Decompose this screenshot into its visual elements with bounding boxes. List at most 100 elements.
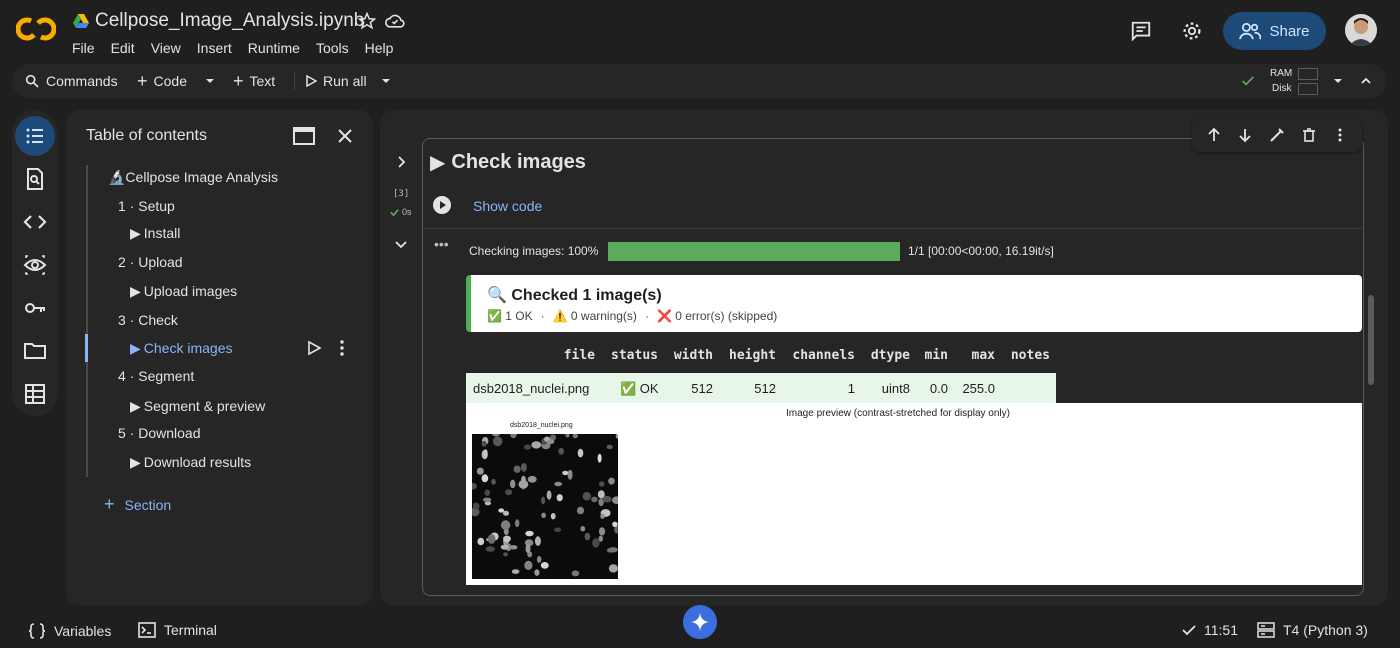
disk-meter[interactable] <box>1298 83 1318 95</box>
close-icon[interactable] <box>336 127 354 145</box>
chevron-down-icon[interactable] <box>394 237 408 251</box>
variables-button[interactable]: Variables <box>28 622 111 640</box>
more-vert-icon[interactable] <box>1332 127 1348 143</box>
find-icon[interactable] <box>23 167 47 191</box>
toc-item-download[interactable]: 5 · Download <box>118 425 201 441</box>
cell-dtype: uint8 <box>881 381 910 396</box>
connected-check-icon[interactable] <box>1240 64 1256 98</box>
people-icon <box>1239 22 1262 40</box>
menu-help[interactable]: Help <box>365 40 394 56</box>
resources-dropdown[interactable] <box>1333 64 1343 98</box>
braces-icon <box>28 623 46 639</box>
menu-insert[interactable]: Insert <box>197 40 232 56</box>
cell-heading[interactable]: ▶ Check images <box>430 150 586 175</box>
menu-bar: File Edit View Insert Runtime Tools Help <box>72 40 409 56</box>
toc-item-upload[interactable]: 2 · Upload <box>118 254 183 270</box>
toc-item-label: Check images <box>143 340 233 356</box>
share-button[interactable]: Share <box>1223 12 1326 50</box>
plus-icon: + <box>233 70 244 91</box>
cell-max: 255.0 <box>962 381 995 396</box>
run-cell-button[interactable] <box>432 195 452 215</box>
open-in-tab-icon[interactable] <box>293 126 315 146</box>
runtime-button[interactable]: T4 (Python 3) <box>1257 622 1368 638</box>
execution-count: [3] <box>393 189 410 199</box>
toc-title: Table of contents <box>86 127 207 144</box>
terminal-button[interactable]: Terminal <box>138 622 217 638</box>
search-icon <box>25 74 39 88</box>
menu-runtime[interactable]: Runtime <box>248 40 300 56</box>
toc-item-upload-images[interactable]: ▶ Upload images <box>130 283 237 300</box>
triangle-right-icon: ▶ <box>130 398 141 414</box>
delete-icon[interactable] <box>1301 127 1317 143</box>
menu-tools[interactable]: Tools <box>316 40 349 56</box>
check-icon <box>390 208 399 216</box>
execution-time-label: 0s <box>402 207 412 217</box>
toc-item-download-results[interactable]: ▶ Download results <box>130 454 251 471</box>
ok-count: ✅ 1 OK <box>487 309 533 323</box>
chevron-right-icon[interactable] <box>394 155 408 169</box>
toc-item-segment-preview[interactable]: ▶ Segment & preview <box>130 398 265 415</box>
key-icon[interactable] <box>23 296 47 320</box>
colab-logo[interactable] <box>16 14 56 44</box>
chevron-up-icon <box>1361 77 1371 84</box>
output-menu-icon[interactable]: ••• <box>434 236 449 252</box>
move-down-icon[interactable] <box>1237 127 1253 143</box>
table-header-height: height <box>729 348 776 363</box>
run-all-button[interactable]: Run all <box>305 64 367 98</box>
toc-item-install[interactable]: ▶ Install <box>130 225 180 242</box>
toc-item-title[interactable]: 🔬Cellpose Image Analysis <box>108 169 278 186</box>
toc-icon[interactable] <box>23 124 47 148</box>
cloud-saved-icon <box>385 12 405 30</box>
code-snippets-icon[interactable] <box>23 210 47 234</box>
toc-item-setup[interactable]: 1 · Setup <box>118 198 175 214</box>
add-code-button[interactable]: + Code <box>137 64 187 98</box>
gemini-button[interactable] <box>683 605 717 639</box>
avatar[interactable] <box>1345 14 1377 46</box>
last-run-status[interactable]: 11:51 <box>1182 622 1238 638</box>
code-dropdown[interactable] <box>205 64 215 98</box>
commands-button[interactable]: Commands <box>24 64 118 98</box>
gear-icon[interactable] <box>1181 20 1203 42</box>
caret-down-icon <box>206 79 214 83</box>
folder-icon[interactable] <box>23 339 47 363</box>
toc-item-check[interactable]: 3 · Check <box>118 312 178 328</box>
run-all-label: Run all <box>323 73 367 89</box>
run-section-icon[interactable] <box>306 340 322 356</box>
ram-label: RAM <box>1270 68 1293 79</box>
code-label: Code <box>153 73 187 89</box>
cell-toolbar <box>1192 118 1362 152</box>
menu-file[interactable]: File <box>72 40 95 56</box>
table-icon[interactable] <box>23 382 47 406</box>
move-up-icon[interactable] <box>1206 127 1222 143</box>
toc-item-segment[interactable]: 4 · Segment <box>118 368 194 384</box>
add-text-button[interactable]: + Text <box>233 64 275 98</box>
toc-item-check-images[interactable]: ▶ Check images <box>130 340 232 357</box>
output-scrollbar[interactable] <box>1368 295 1374 385</box>
runtime-label: T4 (Python 3) <box>1283 622 1368 638</box>
more-vert-icon[interactable] <box>334 339 350 357</box>
collapse-toolbar-button[interactable] <box>1360 64 1372 98</box>
error-count: ❌ 0 error(s) (skipped) <box>656 309 778 323</box>
ram-meter[interactable] <box>1298 68 1318 80</box>
terminal-icon <box>138 622 156 638</box>
toolbar-divider <box>294 72 295 90</box>
run-all-dropdown[interactable] <box>381 64 391 98</box>
menu-view[interactable]: View <box>151 40 181 56</box>
menu-edit[interactable]: Edit <box>111 40 135 56</box>
output-divider <box>423 228 1363 229</box>
notebook-title[interactable]: Cellpose_Image_Analysis.ipynb <box>95 10 364 32</box>
text-label: Text <box>249 73 276 89</box>
terminal-label: Terminal <box>164 622 217 638</box>
commands-label: Commands <box>46 73 118 89</box>
edit-icon[interactable] <box>1269 127 1285 143</box>
comments-icon[interactable] <box>1130 20 1152 42</box>
add-section-button[interactable]: + Section <box>104 494 171 515</box>
progress-fill <box>608 242 900 261</box>
triangle-right-icon: ▶ <box>130 283 141 299</box>
toc-tree-line <box>86 165 88 477</box>
show-code-link[interactable]: Show code <box>473 198 542 214</box>
secrets-eye-icon[interactable] <box>23 253 47 277</box>
star-icon[interactable] <box>358 12 376 30</box>
variables-label: Variables <box>54 623 112 639</box>
toc-item-label: Install <box>143 225 181 241</box>
